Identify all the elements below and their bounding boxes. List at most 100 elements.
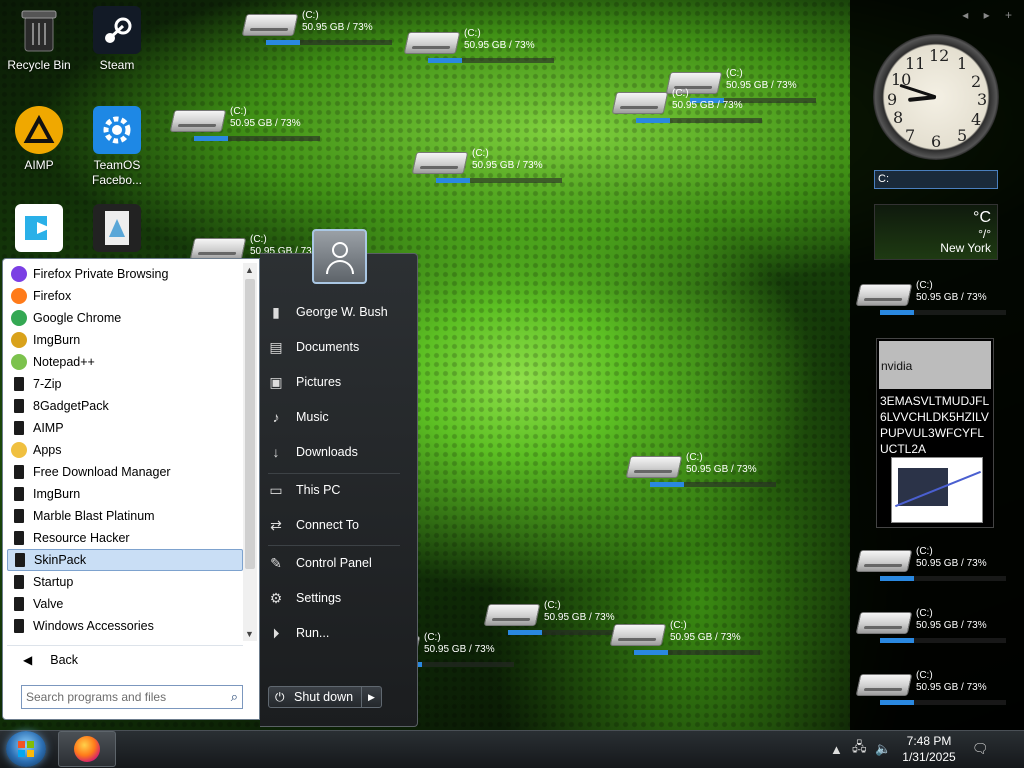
hard-drive-icon (611, 92, 669, 114)
notifications-icon[interactable]: 🗨 (972, 731, 989, 767)
program-item[interactable]: Notepad++ (7, 351, 243, 373)
start-link-label: Music (296, 410, 329, 424)
drive-usage-bar (650, 482, 776, 487)
shutdown-options-arrow-icon[interactable]: ▶ (361, 687, 381, 707)
program-item[interactable]: Startup (7, 571, 243, 593)
program-item[interactable]: ImgBurn (7, 329, 243, 351)
desktop-icon-label: Steam (99, 58, 135, 72)
drive-info: 50.95 GB / 73% (302, 22, 373, 33)
drive-name: (C:) (916, 546, 933, 557)
program-item[interactable]: 8GadgetPack (7, 395, 243, 417)
notes-gadget[interactable]: nvidia 3EMASVLTMUDJFL6LVVCHLDK5HZILVPUPV… (876, 338, 994, 528)
program-item[interactable]: ImgBurn (7, 483, 243, 505)
start-link[interactable]: ▣ Pictures (268, 368, 408, 396)
shutdown-label: Shut down (294, 690, 354, 704)
shutdown-button[interactable]: ⏻ Shut down ▶ (268, 686, 382, 708)
scroll-up-icon[interactable]: ▲ (245, 265, 254, 275)
program-list-scrollbar[interactable]: ▲ ▼ (243, 263, 257, 641)
drive-name: (C:) (726, 68, 743, 79)
taskbar-clock[interactable]: 7:48 PM 1/31/2025 (894, 733, 964, 765)
program-item[interactable]: AIMP (7, 417, 243, 439)
user-avatar[interactable] (312, 229, 367, 284)
drive-info: 50.95 GB / 73% (424, 644, 495, 655)
drive-gadget[interactable]: (C:) 50.95 GB / 73% (855, 280, 1013, 320)
show-hidden-icons-button[interactable]: ▲ (830, 731, 843, 767)
desktop-icon-file[interactable] (78, 204, 156, 256)
user-folder-icon: ▮ (272, 304, 280, 320)
start-link[interactable]: ♪ Music (268, 403, 408, 431)
imgburn-icon (11, 332, 27, 348)
drive-gadget[interactable]: (C:) 50.95 GB / 73% (855, 670, 1013, 710)
start-link[interactable]: ✎ Control Panel (268, 549, 408, 577)
network-icon[interactable]: 🖧 (852, 731, 867, 767)
desktop-icon-recycle-bin[interactable]: Recycle Bin (0, 6, 78, 73)
program-item[interactable]: Free Download Manager (7, 461, 243, 483)
hard-drive-icon (403, 32, 461, 54)
scroll-down-icon[interactable]: ▼ (245, 629, 254, 639)
program-label: SkinPack (34, 553, 87, 567)
folder-icon (14, 377, 24, 391)
program-item[interactable]: Firefox (7, 285, 243, 307)
start-link[interactable]: ▮ George W. Bush (268, 298, 408, 326)
weather-gadget[interactable]: °C °/° New York (874, 204, 998, 260)
chrome-icon (11, 310, 27, 326)
drive-info: 50.95 GB / 73% (464, 40, 535, 51)
start-link[interactable]: ↓ Downloads (268, 438, 408, 466)
desktop-icon-app[interactable] (0, 204, 78, 256)
control-panel-icon: ✎ (270, 555, 282, 571)
program-list: Firefox Private Browsing Firefox Google Ch… (7, 263, 243, 637)
menu-separator (268, 545, 400, 546)
drive-info: 50.95 GB / 73% (672, 100, 743, 111)
drive-gadget[interactable]: (C:) 50.95 GB / 73% (855, 608, 1013, 648)
drive-name: (C:) (472, 148, 489, 159)
program-item[interactable]: Resource Hacker (7, 527, 243, 549)
run-icon: ⏵ (272, 625, 280, 641)
start-search-input[interactable]: Search programs and files ⌕ (21, 685, 243, 709)
program-item[interactable]: SkinPack (7, 549, 243, 571)
start-link[interactable]: ⇄ Connect To (268, 511, 408, 539)
desktop-icon-label: Recycle Bin (7, 58, 71, 72)
sidebar-nav[interactable]: ◂ ▸ + (962, 8, 1018, 22)
drive-gadget[interactable]: (C:) 50.95 GB / 73% (609, 620, 767, 660)
start-button[interactable] (6, 731, 46, 767)
program-label: Free Download Manager (33, 465, 171, 479)
pictures-icon: ▣ (269, 374, 283, 390)
back-button[interactable]: ◀ Back (7, 645, 243, 673)
hard-drive-icon (169, 110, 227, 132)
program-item[interactable]: Google Chrome (7, 307, 243, 329)
program-item[interactable]: Apps (7, 439, 243, 461)
scrollbar-thumb[interactable] (245, 279, 255, 569)
folder-icon (14, 509, 24, 523)
drive-gadget[interactable]: (C:) 50.95 GB / 73% (403, 28, 561, 68)
drive-name: (C:) (670, 620, 687, 631)
drive-gadget[interactable]: (C:) 50.95 GB / 73% (411, 148, 569, 188)
drive-usage-bar (436, 178, 562, 183)
drive-gadget[interactable]: (C:) 50.95 GB / 73% (611, 88, 769, 128)
start-link[interactable]: ⏵ Run... (268, 619, 408, 647)
sidebar-search-field[interactable]: C: (874, 170, 998, 189)
program-label: 7-Zip (33, 377, 62, 391)
volume-icon[interactable]: 🔈 (875, 731, 891, 767)
desktop-icon-steam[interactable]: Steam (78, 6, 156, 73)
start-link[interactable]: ▭ This PC (268, 476, 408, 504)
desktop-icon-aimp[interactable]: AIMP (0, 106, 78, 173)
program-item[interactable]: Marble Blast Platinum (7, 505, 243, 527)
start-link[interactable]: ⚙ Settings (268, 584, 408, 612)
drive-gadget[interactable]: (C:) 50.95 GB / 73% (169, 106, 327, 146)
drive-gadget[interactable]: (C:) 50.95 GB / 73% (625, 452, 783, 492)
program-item[interactable]: Valve (7, 593, 243, 615)
start-link[interactable]: ▤ Documents (268, 333, 408, 361)
settings-gear-icon (93, 106, 141, 154)
arrow-app-icon (15, 204, 63, 252)
clock-number: 12 (929, 46, 950, 65)
program-item[interactable]: 7-Zip (7, 373, 243, 395)
firefox-icon (74, 736, 100, 762)
drive-gadget[interactable]: (C:) 50.95 GB / 73% (241, 10, 399, 50)
program-item[interactable]: Windows Accessories (7, 615, 243, 637)
drive-gadget[interactable]: (C:) 50.95 GB / 73% (855, 546, 1013, 586)
drive-usage-bar (634, 650, 760, 655)
drive-info: 50.95 GB / 73% (916, 682, 987, 693)
taskbar-firefox-button[interactable] (58, 731, 116, 767)
desktop-icon-teamos[interactable]: TeamOS Facebo... (78, 106, 156, 188)
program-item[interactable]: Firefox Private Browsing (7, 263, 243, 285)
